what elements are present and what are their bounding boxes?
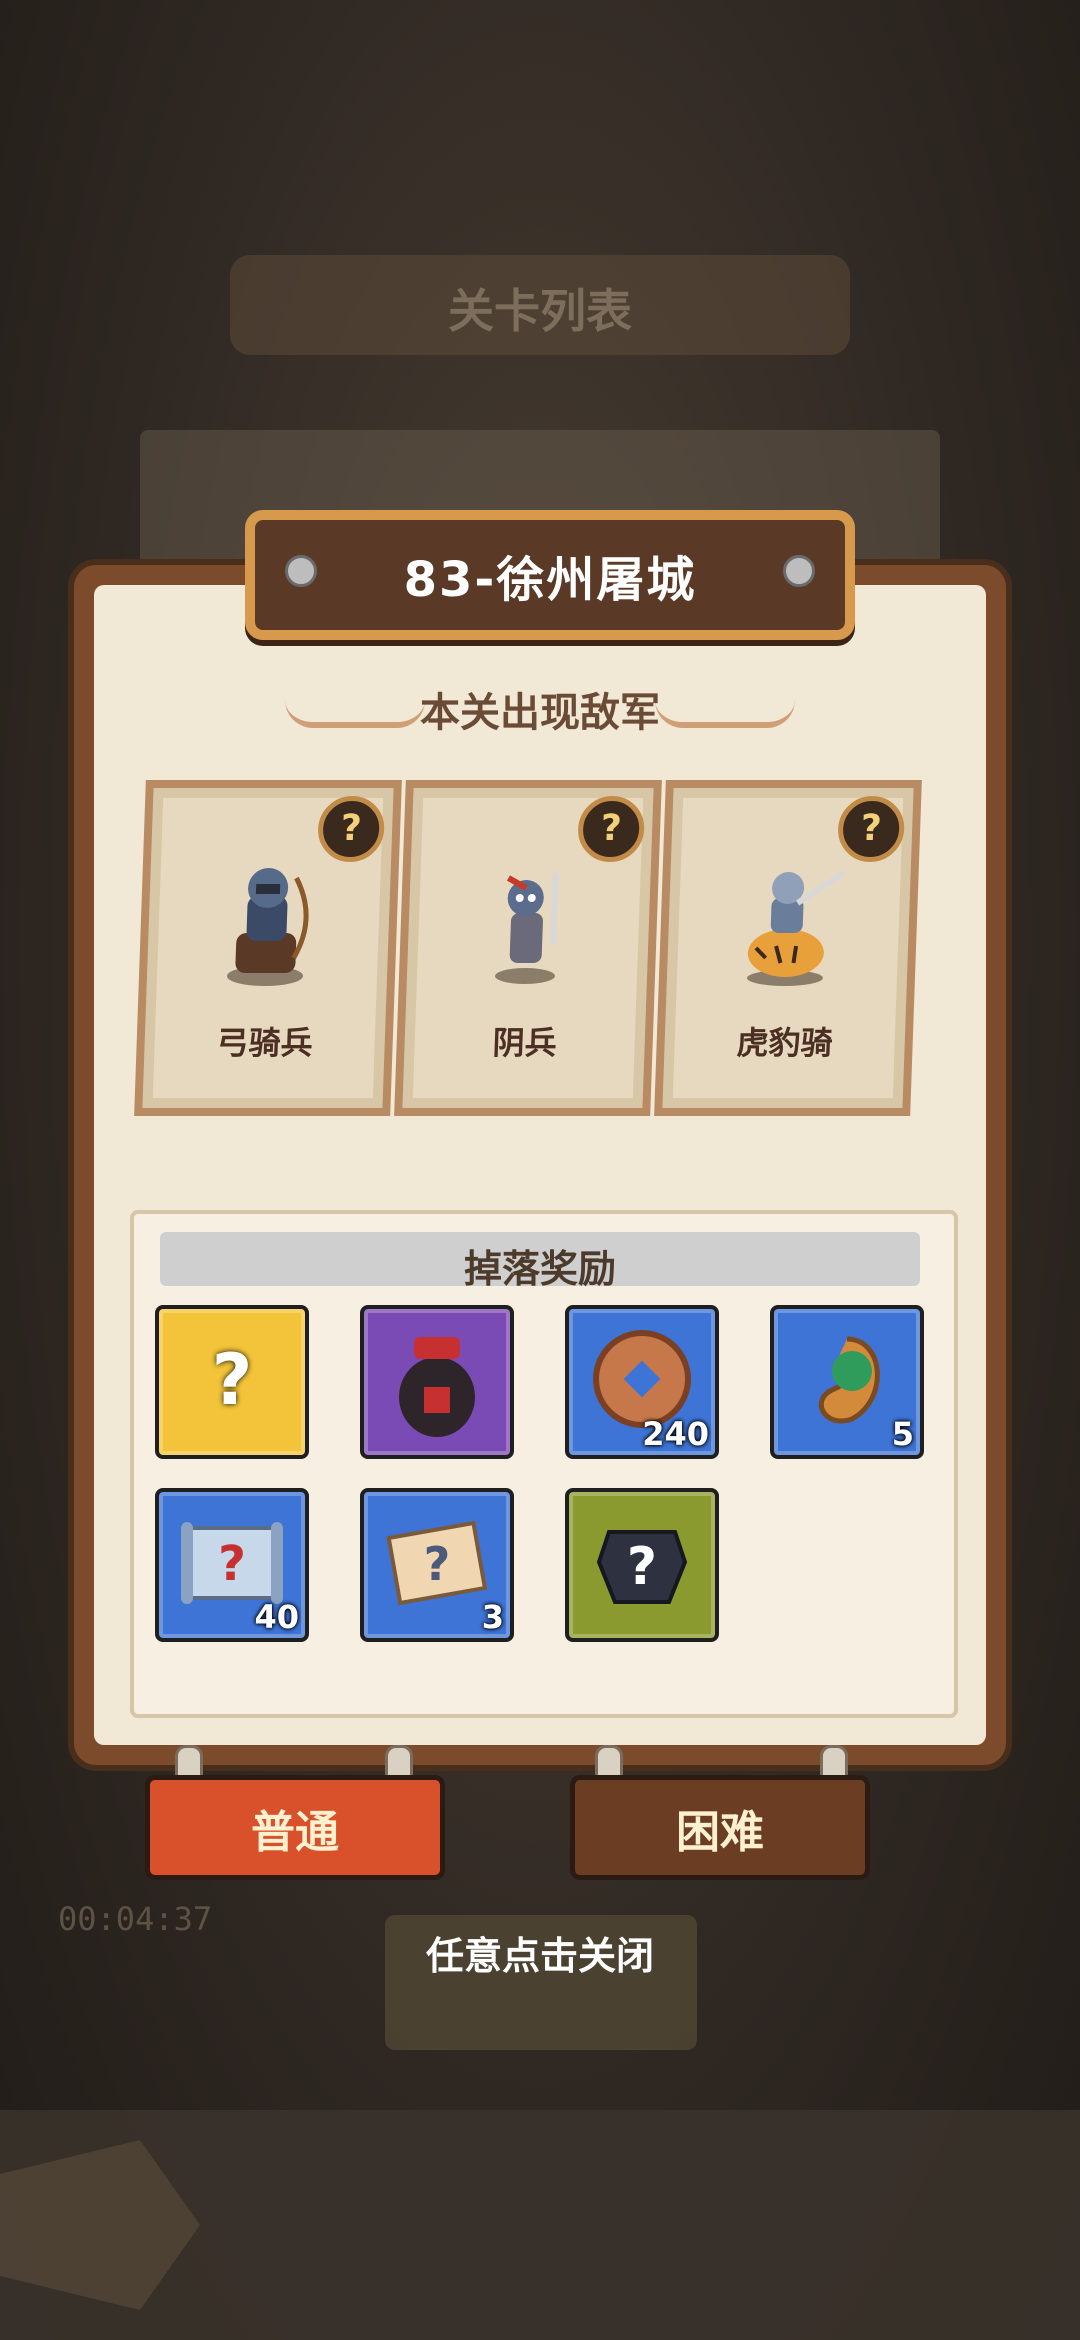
tiger-cavalry-icon [746, 870, 846, 986]
unknown-mark-icon: ? [211, 1339, 253, 1421]
reward-jade-icon[interactable]: 5 [770, 1305, 924, 1459]
horse-archer-icon [227, 868, 309, 986]
tab-normal-label: 普通 [251, 1807, 339, 1858]
enemy-name: 阴兵 [492, 1024, 558, 1062]
enemies-section-title: 本关出现敌军 [420, 690, 660, 736]
reward-coin-icon[interactable]: 240 [565, 1305, 719, 1459]
reward-count: 240 [642, 1415, 709, 1453]
svg-text:?: ? [424, 1537, 451, 1591]
ghost-soldier-icon [495, 873, 559, 984]
reward-count: 3 [481, 1598, 504, 1636]
reward-scroll-tan-icon[interactable]: ? 3 [360, 1488, 514, 1642]
level-title: 83-徐州屠城 [403, 552, 697, 608]
reward-count: 40 [254, 1598, 299, 1636]
svg-text:?: ? [218, 1536, 246, 1592]
enemy-name: 虎豹骑 [736, 1024, 834, 1062]
help-icon[interactable]: ? [837, 796, 906, 862]
background-title: 关卡列表 [448, 284, 632, 338]
enemy-name: 弓骑兵 [216, 1024, 314, 1062]
armor-icon: ? [596, 1530, 688, 1604]
reward-chest-icon[interactable]: ? [155, 1305, 309, 1459]
tab-normal[interactable]: 普通 [145, 1775, 445, 1880]
enemy-card[interactable]: ? 虎豹骑 [654, 780, 922, 1116]
close-hint: 任意点击关闭 [425, 1934, 654, 1978]
help-icon[interactable]: ? [317, 796, 386, 862]
level-title-plate: 83-徐州屠城 [245, 510, 855, 640]
help-icon[interactable]: ? [577, 796, 646, 862]
enemy-card[interactable]: ? 阴兵 [394, 780, 662, 1116]
reward-wine-jar-icon[interactable] [360, 1305, 514, 1459]
reward-count: 5 [891, 1415, 914, 1453]
enemy-card[interactable]: ? 弓骑兵 [134, 780, 402, 1116]
reward-armor-icon[interactable]: ? [565, 1488, 719, 1642]
rewards-title: 掉落奖励 [463, 1247, 616, 1291]
svg-text:?: ? [627, 1537, 657, 1597]
reward-scroll-blue-icon[interactable]: ? 40 [155, 1488, 309, 1642]
wine-jar-icon [399, 1337, 475, 1437]
tab-hard[interactable]: 困难 [570, 1775, 870, 1880]
tab-hard-label: 困难 [676, 1807, 764, 1858]
